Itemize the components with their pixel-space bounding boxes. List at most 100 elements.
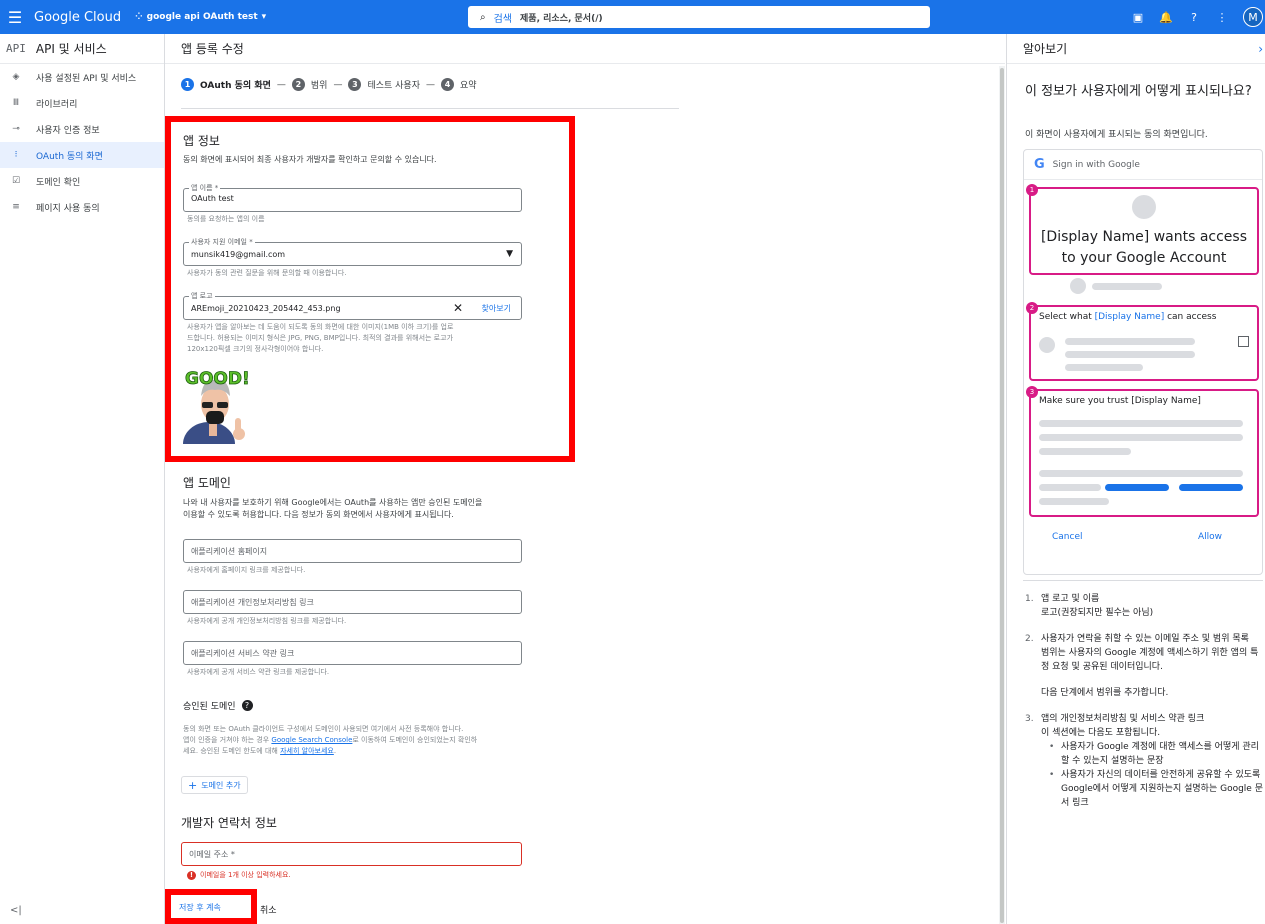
preview-link-bar bbox=[1179, 484, 1243, 491]
chevron-right-icon[interactable]: › bbox=[1258, 42, 1263, 56]
learn-panel: 알아보기 › 이 정보가 사용자에게 어떻게 표시되나요? 이 화면이 사용자에… bbox=[1006, 34, 1265, 924]
add-domain-button[interactable]: + 도메인 추가 bbox=[181, 776, 248, 794]
authorized-desc-text: 세요. 승인된 도메인 한도에 대해 bbox=[183, 747, 281, 755]
authorized-desc-line: 세요. 승인된 도메인 한도에 대해 자세히 알아보세요. bbox=[183, 746, 528, 757]
preview-placeholder-bar bbox=[1065, 364, 1143, 371]
left-nav-header: API API 및 서비스 bbox=[0, 34, 164, 64]
error-icon: ! bbox=[187, 871, 196, 880]
preview-link-bar bbox=[1105, 484, 1169, 491]
app-domain-desc-line: 이용할 수 있도록 허용합니다. 다음 정보가 동의 화면에서 사용자에게 표시… bbox=[183, 510, 454, 519]
sidebar-item-page-usage[interactable]: ≡ 페이지 사용 동의 bbox=[0, 194, 164, 220]
google-g-icon: G bbox=[1034, 157, 1045, 172]
checkbox-icon bbox=[1238, 336, 1249, 347]
app-domain-title: 앱 도메인 bbox=[183, 476, 231, 490]
scrollbar[interactable] bbox=[1000, 68, 1004, 923]
consent-screen-preview: G Sign in with Google 1 [Display Name] w… bbox=[1023, 149, 1263, 575]
search-console-link[interactable]: Google Search Console bbox=[271, 736, 352, 744]
learn-step-3: 3. 앱의 개인정보처리방침 및 서비스 약관 링크 이 섹션에는 다음도 포함… bbox=[1025, 712, 1265, 810]
learn-step-text: 범위는 사용자의 Google 계정에 액세스하기 위한 앱의 특정 요청 및 … bbox=[1041, 648, 1259, 672]
preview-placeholder-bar bbox=[1065, 338, 1195, 345]
sidebar-item-label: 라이브러리 bbox=[36, 99, 78, 110]
chevron-down-icon: ▾ bbox=[261, 12, 267, 22]
learn-more-link[interactable]: 자세히 알아보세요 bbox=[280, 747, 334, 755]
step-number: 2 bbox=[291, 78, 305, 91]
notification-bell-icon[interactable]: 🔔 bbox=[1159, 11, 1173, 24]
project-selector[interactable]: ⁘ google api OAuth test ▾ bbox=[135, 12, 266, 22]
preview-placeholder-bar bbox=[1092, 283, 1162, 290]
authorized-domains-title: 승인된 도메인 bbox=[183, 702, 236, 712]
learn-step-number: 1. bbox=[1025, 594, 1034, 604]
search-icon: ⌕ bbox=[480, 11, 486, 23]
preview-cancel-button: Cancel bbox=[1052, 532, 1083, 542]
learn-panel-title: 알아보기 bbox=[1023, 42, 1068, 56]
highlight-box-app-info bbox=[165, 116, 575, 462]
learn-heading: 이 정보가 사용자에게 어떻게 표시되나요? bbox=[1025, 84, 1252, 99]
help-icon[interactable]: ? bbox=[241, 700, 253, 711]
authorized-desc-line: 앱이 인증을 거쳐야 하는 경우 Google Search Console로 … bbox=[183, 735, 528, 746]
authorized-desc-text: . bbox=[333, 747, 337, 755]
more-vert-icon[interactable]: ⋮ bbox=[1215, 11, 1229, 24]
homepage-input[interactable]: 애플리케이션 홈페이지 bbox=[183, 539, 522, 563]
developer-contact-title: 개발자 연락처 정보 bbox=[181, 816, 277, 830]
stepper: 1 OAuth 동의 화면 — 2 범위 — 3 테스트 사용자 — 4 요약 bbox=[181, 78, 477, 91]
hamburger-menu-icon[interactable]: ☰ bbox=[0, 0, 30, 34]
sidebar-item-domain-verification[interactable]: ☑ 도메인 확인 bbox=[0, 168, 164, 194]
learn-step-number: 2. bbox=[1025, 634, 1034, 644]
learn-panel-header: 알아보기 › bbox=[1007, 34, 1265, 64]
preview-card-2-text: Select what [Display Name] can access bbox=[1039, 312, 1216, 322]
consent-icon: ⁝ bbox=[14, 150, 18, 160]
divider bbox=[1023, 580, 1263, 581]
authorized-domains-heading: 승인된 도메인 ? bbox=[183, 699, 253, 712]
add-domain-label: 도메인 추가 bbox=[201, 780, 241, 790]
privacy-policy-input[interactable]: 애플리케이션 개인정보처리방침 링크 bbox=[183, 590, 522, 614]
terms-of-service-input[interactable]: 애플리케이션 서비스 약관 링크 bbox=[183, 641, 522, 665]
developer-email-input[interactable]: 이메일 주소 * bbox=[181, 842, 522, 866]
brand-logo[interactable]: Google Cloud bbox=[34, 10, 121, 25]
save-button[interactable]: 저장 후 계속 bbox=[179, 902, 221, 913]
collapse-nav-icon[interactable]: <| bbox=[10, 905, 22, 916]
step-divider: — bbox=[426, 79, 435, 90]
preview-card-2: 2 Select what [Display Name] can access bbox=[1026, 302, 1259, 381]
sidebar-item-library[interactable]: Ⅲ 라이브러리 bbox=[0, 90, 164, 116]
sidebar-item-oauth-consent[interactable]: ⁝ OAuth 동의 화면 bbox=[0, 142, 164, 168]
preview-dot bbox=[1070, 278, 1086, 294]
step-number: 1 bbox=[181, 78, 194, 91]
learn-step-2: 2. 사용자가 연락을 취할 수 있는 이메일 주소 및 범위 목록 범위는 사… bbox=[1025, 632, 1265, 700]
step-divider: — bbox=[276, 79, 286, 90]
cancel-button[interactable]: 취소 bbox=[260, 903, 277, 916]
preview-display-name: [Display Name] bbox=[1094, 312, 1165, 322]
preview-badge: 2 bbox=[1026, 302, 1038, 314]
preview-allow-button: Allow bbox=[1198, 532, 1223, 542]
avatar[interactable]: M bbox=[1243, 7, 1263, 27]
key-icon: ⊸ bbox=[12, 124, 20, 134]
help-icon[interactable]: ? bbox=[1187, 11, 1201, 24]
learn-step-text: 로고(권장되지만 필수는 아님) bbox=[1041, 608, 1154, 618]
preview-placeholder-bar bbox=[1039, 484, 1101, 491]
settings-list-icon: ≡ bbox=[12, 202, 20, 212]
preview-signin-text: Sign in with Google bbox=[1052, 159, 1140, 170]
plus-icon: + bbox=[188, 778, 198, 792]
step-scopes: 범위 bbox=[310, 81, 328, 91]
terms-of-service-hint: 사용자에게 공개 서비스 약관 링크를 제공합니다. bbox=[187, 668, 330, 676]
search-label: 검색 bbox=[493, 13, 513, 25]
privacy-policy-hint: 사용자에게 공개 개인정보처리방침 링크를 제공합니다. bbox=[187, 617, 347, 625]
step-number: 3 bbox=[348, 78, 362, 91]
learn-step-text: 다음 단계에서 범위를 추가합니다. bbox=[1041, 688, 1169, 698]
preview-card-1: 1 [Display Name] wants access to your Go… bbox=[1026, 184, 1259, 275]
preview-card-2-text-a: Select what bbox=[1039, 312, 1095, 322]
page-title: 앱 등록 수정 bbox=[165, 34, 1005, 64]
step-divider: — bbox=[333, 79, 343, 90]
authorized-desc-line: 동의 화면 또는 OAuth 클라이언트 구성에서 도메인이 사용되면 여기에서… bbox=[183, 725, 464, 733]
preview-card-3: 3 Make sure you trust [Display Name] bbox=[1026, 386, 1259, 517]
search-input[interactable]: ⌕ 검색 제품, 리소스, 문서(/) bbox=[467, 5, 931, 29]
cloud-shell-icon[interactable]: ▣ bbox=[1131, 11, 1145, 24]
stepper-divider bbox=[181, 108, 679, 109]
sidebar-item-enabled-apis[interactable]: ◈ 사용 설정된 API 및 서비스 bbox=[0, 64, 164, 90]
diamond-icon: ◈ bbox=[12, 72, 20, 82]
preview-card-3-text: Make sure you trust [Display Name] bbox=[1039, 396, 1201, 406]
step-number: 4 bbox=[441, 78, 454, 91]
step-summary: 요약 bbox=[460, 81, 477, 91]
preview-card-2-text-c: can access bbox=[1164, 312, 1217, 322]
sidebar-item-credentials[interactable]: ⊸ 사용자 인증 정보 bbox=[0, 116, 164, 142]
sidebar-item-label: OAuth 동의 화면 bbox=[36, 151, 103, 162]
